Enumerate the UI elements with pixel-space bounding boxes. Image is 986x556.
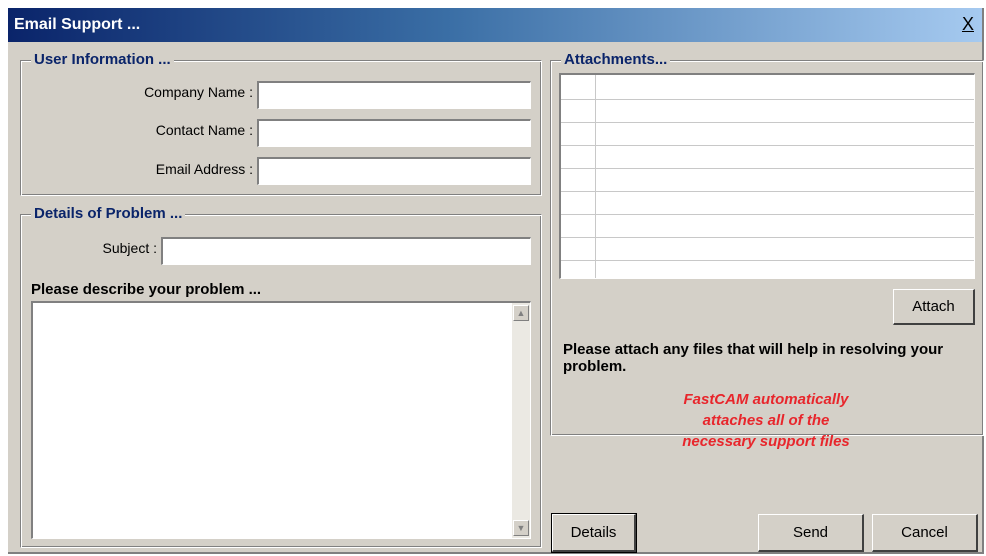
contact-name-label: Contact Name :	[155, 122, 253, 138]
close-icon[interactable]: X	[958, 14, 978, 34]
grid-row-line	[561, 122, 974, 123]
attach-button[interactable]: Attach	[893, 289, 975, 325]
send-button[interactable]: Send	[758, 514, 864, 552]
subject-field[interactable]	[161, 237, 531, 265]
details-button[interactable]: Details	[551, 513, 637, 553]
grid-row-line	[561, 99, 974, 100]
describe-problem-label: Please describe your problem ...	[31, 281, 262, 298]
grid-column-divider	[595, 75, 596, 278]
grid-row-line	[561, 145, 974, 146]
grid-row-line	[561, 214, 974, 215]
attachments-list[interactable]	[559, 73, 975, 279]
fastcam-note-line-2: attaches all of the	[702, 412, 830, 429]
attach-instructions: Please attach any files that will help i…	[563, 341, 944, 375]
scroll-up-icon[interactable]: ▲	[513, 305, 529, 321]
cancel-button[interactable]: Cancel	[872, 514, 978, 552]
window-title: Email Support ...	[14, 16, 141, 33]
company-name-field[interactable]	[257, 81, 531, 109]
problem-description-textarea[interactable]: ▲ ▼	[31, 301, 531, 539]
fastcam-note-line-3: necessary support files	[682, 433, 850, 450]
vertical-scrollbar[interactable]: ▲ ▼	[512, 303, 530, 538]
company-name-label: Company Name :	[144, 84, 253, 100]
scroll-down-icon[interactable]: ▼	[513, 520, 529, 536]
details-of-problem-legend: Details of Problem ...	[31, 205, 186, 222]
contact-name-field[interactable]	[257, 119, 531, 147]
email-support-dialog: Email Support ... X User Information ...…	[8, 8, 984, 554]
grid-row-line	[561, 260, 974, 261]
subject-label: Subject :	[102, 240, 157, 256]
grid-row-line	[561, 191, 974, 192]
user-information-legend: User Information ...	[31, 51, 174, 68]
grid-row-line	[561, 168, 974, 169]
email-address-label: Email Address :	[155, 161, 253, 177]
grid-row-line	[561, 237, 974, 238]
details-of-problem-group: Details of Problem ... Subject : Please …	[20, 205, 542, 548]
email-address-field[interactable]	[257, 157, 531, 185]
attachments-group: Attachments... Attach Please attach any …	[550, 51, 984, 450]
fastcam-note-line-1: FastCAM automatically	[683, 391, 849, 408]
user-information-group: User Information ... Company Name : Cont…	[20, 51, 542, 196]
attachments-legend: Attachments...	[561, 51, 671, 68]
title-bar: Email Support ... X	[8, 8, 982, 42]
